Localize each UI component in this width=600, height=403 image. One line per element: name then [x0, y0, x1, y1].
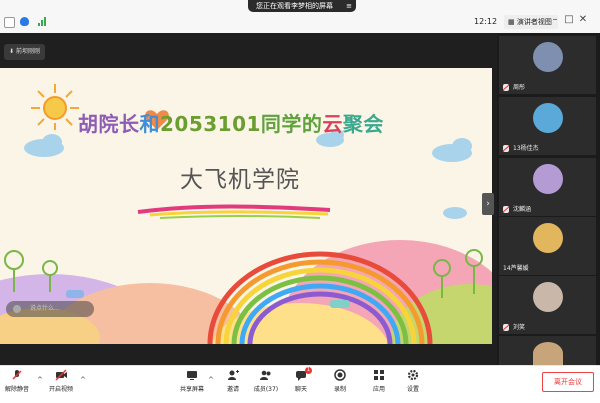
title-part: 胡院长: [78, 112, 140, 136]
invite-label: 邀请: [226, 386, 239, 393]
slide-title: 胡院长和2053101同学的云聚会: [78, 108, 384, 137]
chat-button[interactable]: 聊天 1: [286, 367, 316, 393]
participant-name: 刘笑: [513, 324, 526, 331]
brush-stroke: [137, 204, 331, 219]
meeting-clock: 12:12: [474, 17, 498, 26]
leave-meeting-button[interactable]: 离开会议: [542, 372, 594, 392]
chat-badge: 1: [305, 367, 312, 374]
participant-tile[interactable]: 13杨佳杰: [499, 97, 596, 155]
title-part: 和: [139, 112, 160, 136]
participant-tile[interactable]: [499, 336, 596, 365]
mic-off-icon: [12, 370, 22, 380]
sharing-banner-text: 您正在观看李梦相的屏幕: [256, 2, 333, 10]
chat-label: 聊天: [294, 386, 307, 393]
chevron-right-icon: ›: [486, 199, 490, 209]
settings-button[interactable]: 设置: [398, 369, 428, 393]
participant-tile[interactable]: 14芦馨媛: [499, 217, 596, 275]
grid-icon: ▦: [508, 18, 517, 26]
minimize-icon[interactable]: –: [548, 14, 562, 25]
avatar: [533, 223, 563, 253]
unmute-button[interactable]: 解除静音: [2, 369, 32, 393]
apps-label: 应用: [372, 386, 385, 393]
chevron-up-icon[interactable]: ^: [208, 376, 214, 384]
mic-muted-icon: [503, 324, 509, 331]
avatar: [533, 103, 563, 133]
title-part: 2053101: [160, 112, 261, 136]
presenter-label: ⬇ 前坝刚刚: [4, 44, 45, 60]
avatar: [533, 342, 563, 365]
start-video-button[interactable]: 开启视频: [46, 369, 76, 393]
settings-label: 设置: [406, 386, 419, 393]
avatar: [533, 282, 563, 312]
network-signal-icon[interactable]: [38, 17, 47, 26]
info-icon[interactable]: [4, 17, 15, 28]
participant-name: 14芦馨媛: [503, 265, 529, 272]
camera-off-icon: [55, 369, 67, 381]
title-part: 聚会: [342, 112, 384, 136]
sharing-banner[interactable]: 您正在观看李梦相的屏幕 ≡: [248, 0, 356, 12]
record-label: 录制: [333, 386, 346, 393]
participant-tile[interactable]: 沈麟涵: [499, 158, 596, 216]
mic-muted-icon: [503, 206, 509, 213]
record-button[interactable]: 录制: [325, 369, 355, 393]
add-user-icon: [228, 370, 239, 380]
security-shield-icon[interactable]: [20, 17, 29, 26]
layout-view-label: 演讲者视图: [516, 18, 552, 26]
members-icon: [260, 370, 271, 380]
apps-button[interactable]: 应用: [364, 369, 394, 393]
start-video-label: 开启视频: [48, 386, 73, 393]
slide-subtitle: 大飞机学院: [180, 167, 300, 193]
avatar: [533, 164, 563, 194]
gear-icon: [407, 369, 419, 381]
title-part: 云: [322, 112, 343, 136]
share-screen-button[interactable]: 共享屏幕: [177, 369, 207, 393]
members-label: 成员(37): [253, 386, 279, 393]
chat-input-hint[interactable]: 说点什么...: [6, 301, 94, 317]
chevron-up-icon[interactable]: ^: [80, 376, 86, 384]
participant-tile[interactable]: 刘笑: [499, 276, 596, 334]
banner-menu-icon[interactable]: ≡: [346, 0, 352, 12]
invite-button[interactable]: 邀请: [218, 369, 248, 393]
share-screen-label: 共享屏幕: [179, 386, 204, 393]
share-screen-icon: [187, 371, 197, 380]
maximize-icon[interactable]: □: [562, 14, 576, 25]
pin-icon: ⬇: [9, 48, 16, 55]
participant-tile[interactable]: 周彤: [499, 36, 596, 94]
sun-drawing: [31, 84, 79, 130]
title-part: 同学的: [260, 112, 323, 136]
mic-muted-icon: [503, 145, 509, 152]
unmute-label: 解除静音: [4, 386, 29, 393]
participant-name: 13杨佳杰: [513, 145, 539, 152]
collapse-panel-button[interactable]: ›: [482, 193, 494, 215]
participant-name: 周彤: [513, 84, 526, 91]
participant-name: 沈麟涵: [513, 206, 532, 213]
record-icon: [334, 369, 346, 381]
close-icon[interactable]: ✕: [576, 14, 590, 25]
avatar: [533, 42, 563, 72]
mic-muted-icon: [503, 84, 509, 91]
apps-icon: [374, 370, 384, 380]
members-button[interactable]: 成员(37): [251, 369, 281, 393]
presenter-name: 前坝刚刚: [15, 48, 40, 55]
chevron-up-icon[interactable]: ^: [37, 376, 43, 384]
